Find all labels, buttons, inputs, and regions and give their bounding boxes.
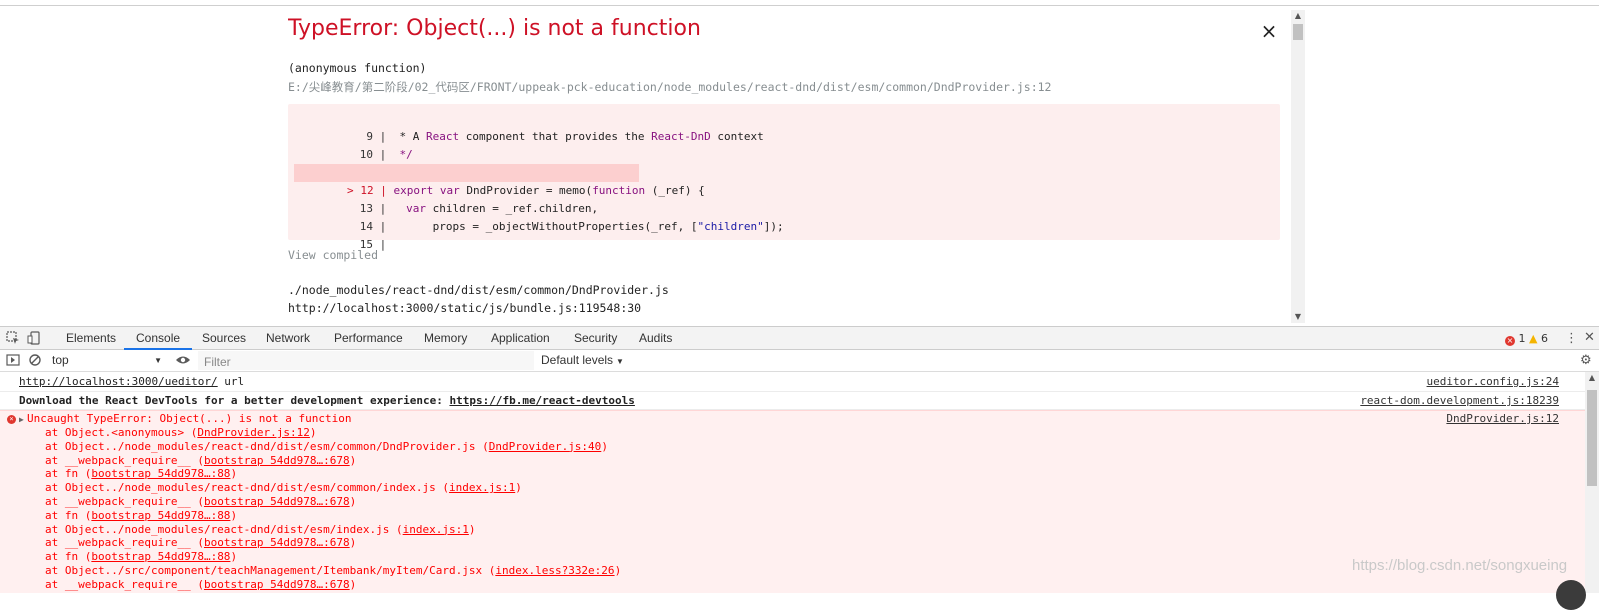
page-scrollbar[interactable]: ▲ ▼: [1291, 10, 1305, 323]
stack-function-name: (anonymous function): [288, 61, 427, 75]
stack-frame-link[interactable]: index.less?332e:26: [495, 564, 614, 577]
stack-frame-link[interactable]: index.js:1: [449, 481, 515, 494]
stack-frame-link[interactable]: bootstrap 54dd978…:88: [91, 509, 230, 522]
scroll-up-arrow-icon[interactable]: ▲: [1291, 10, 1305, 22]
log-levels-value: Default levels: [541, 353, 614, 367]
stack-frame: at __webpack_require__ (bootstrap 54dd97…: [45, 536, 357, 550]
stack-frame: at Object.<anonymous> (DndProvider.js:12…: [45, 426, 317, 439]
scroll-down-arrow-icon[interactable]: ▼: [1291, 311, 1305, 323]
view-compiled-link[interactable]: View compiled: [288, 248, 378, 262]
module-path: ./node_modules/react-dnd/dist/esm/common…: [288, 283, 669, 297]
stack-frame-link[interactable]: bootstrap 54dd978…:678: [204, 536, 350, 549]
devtools-tab-bar: Elements Console Sources Network Perform…: [0, 326, 1599, 350]
devtools-panel: Elements Console Sources Network Perform…: [0, 326, 1599, 593]
chevron-down-icon: ▼: [154, 356, 162, 365]
clear-console-icon[interactable]: [28, 353, 42, 367]
message-text: http://localhost:3000/ueditor/ url: [19, 375, 245, 388]
message-source-link[interactable]: ueditor.config.js:24: [1427, 372, 1559, 392]
expand-triangle-icon[interactable]: ▶: [19, 413, 24, 427]
context-value: top: [52, 353, 69, 367]
inspect-element-icon[interactable]: [6, 331, 20, 345]
sidebar-toggle-icon[interactable]: [6, 353, 20, 367]
error-icon: ×: [1505, 336, 1515, 346]
message-source-link[interactable]: react-dom.development.js:18239: [1360, 392, 1559, 410]
stack-frame: at __webpack_require__ (bootstrap 54dd97…: [45, 495, 357, 508]
bundle-path: http://localhost:3000/static/js/bundle.j…: [288, 301, 642, 315]
error-source-link[interactable]: DndProvider.js:12: [1446, 412, 1559, 426]
error-title: TypeError: Object(...) is not a function: [288, 16, 701, 41]
tab-memory[interactable]: Memory: [424, 327, 467, 350]
tab-security[interactable]: Security: [574, 327, 617, 350]
code-line: 15 |: [359, 238, 387, 251]
console-output: http://localhost:3000/ueditor/ url uedit…: [0, 372, 1585, 593]
code-line: 14 | props = _objectWithoutProperties(_r…: [359, 220, 784, 233]
eye-icon[interactable]: [175, 353, 191, 367]
stack-frame-link[interactable]: bootstrap 54dd978…:678: [204, 495, 350, 508]
stack-frame: at fn (bootstrap 54dd978…:88): [45, 550, 238, 564]
more-options-icon[interactable]: ⋮: [1565, 331, 1578, 346]
console-error-message: × ▶ Uncaught TypeError: Object(...) is n…: [0, 410, 1585, 593]
console-scrollbar[interactable]: ▲: [1585, 372, 1599, 593]
stack-frame-link[interactable]: bootstrap 54dd978…:88: [91, 550, 230, 563]
top-divider: [0, 5, 1599, 6]
stack-frame-link[interactable]: index.js:1: [403, 523, 469, 536]
scroll-thumb[interactable]: [1587, 390, 1597, 486]
browser-page: TypeError: Object(...) is not a function…: [0, 0, 1599, 326]
stack-frame-link[interactable]: bootstrap 54dd978…:678: [204, 578, 350, 591]
issue-counter[interactable]: × 1 ▲ 6: [1505, 332, 1548, 346]
watermark: https://blog.csdn.net/songxueing: [1352, 557, 1568, 574]
console-message: http://localhost:3000/ueditor/ url uedit…: [0, 372, 1585, 392]
code-line: 13 | var children = _ref.children,: [359, 202, 599, 215]
tab-application[interactable]: Application: [491, 327, 550, 350]
stack-frame: at Object../src/component/teachManagemen…: [45, 564, 622, 577]
stack-frame: at Object../node_modules/react-dnd/dist/…: [45, 439, 608, 453]
scroll-thumb[interactable]: [1293, 24, 1303, 40]
stack-frame: at Object../node_modules/react-dnd/dist/…: [45, 481, 522, 495]
stack-frame: at fn (bootstrap 54dd978…:88): [45, 508, 238, 522]
code-frame: 9 | * A React component that provides th…: [288, 104, 1280, 251]
scroll-up-arrow-icon[interactable]: ▲: [1585, 372, 1599, 384]
stack-frame-link[interactable]: bootstrap 54dd978…:88: [91, 467, 230, 480]
stack-frame: at __webpack_require__ (bootstrap 54dd97…: [45, 453, 357, 467]
stack-frame-link[interactable]: bootstrap 54dd978…:678: [204, 454, 350, 467]
warning-count: 6: [1540, 332, 1548, 345]
error-overlay: TypeError: Object(...) is not a function…: [288, 10, 1280, 324]
code-line: 9 | * A React component that provides th…: [366, 130, 764, 143]
tab-sources[interactable]: Sources: [202, 327, 246, 350]
log-levels-select[interactable]: Default levels ▼: [541, 353, 624, 367]
code-line: 11 |: [294, 146, 387, 179]
error-headline: Uncaught TypeError: Object(...) is not a…: [27, 412, 352, 425]
tab-performance[interactable]: Performance: [334, 327, 403, 350]
console-toolbar: top ▼ Default levels▼ ⚙: [0, 350, 1599, 372]
tab-audits[interactable]: Audits: [639, 327, 672, 350]
stack-frame-link[interactable]: DndProvider.js:12: [197, 426, 310, 439]
stack-frame: at Object../node_modules/react-dnd/dist/…: [45, 522, 476, 536]
stack-frame: at __webpack_require__ (bootstrap 54dd97…: [45, 577, 357, 591]
console-message: Download the React DevTools for a better…: [0, 392, 1585, 410]
error-count: 1: [1518, 332, 1526, 345]
code-line: 10 | */: [359, 148, 413, 161]
code-line-highlighted: >12 | export var DndProvider = memo(func…: [294, 164, 705, 197]
stack-frame: at fn (bootstrap 54dd978…:88): [45, 467, 238, 481]
avatar: [1556, 580, 1586, 610]
tab-console[interactable]: Console: [124, 327, 193, 350]
tab-network[interactable]: Network: [266, 327, 310, 350]
tab-elements[interactable]: Elements: [66, 327, 116, 350]
react-devtools-link[interactable]: https://fb.me/react-devtools: [449, 394, 634, 407]
context-select[interactable]: top ▼: [52, 353, 162, 368]
close-overlay-button[interactable]: ×: [1258, 20, 1280, 42]
stack-file-path: E:/尖峰教育/第二阶段/02_代码区/FRONT/uppeak-pck-edu…: [288, 80, 1052, 94]
gear-icon[interactable]: ⚙: [1580, 353, 1592, 368]
device-toolbar-icon[interactable]: [27, 331, 41, 345]
warning-icon: ▲: [1529, 332, 1538, 345]
close-devtools-icon[interactable]: ✕: [1584, 330, 1595, 345]
filter-input[interactable]: [202, 352, 536, 371]
error-icon: ×: [7, 415, 16, 424]
message-link[interactable]: http://localhost:3000/ueditor/: [19, 375, 218, 388]
chevron-down-icon: ▼: [616, 357, 624, 366]
stack-frame-link[interactable]: DndProvider.js:40: [489, 440, 602, 453]
message-text: Download the React DevTools for a better…: [19, 394, 635, 407]
